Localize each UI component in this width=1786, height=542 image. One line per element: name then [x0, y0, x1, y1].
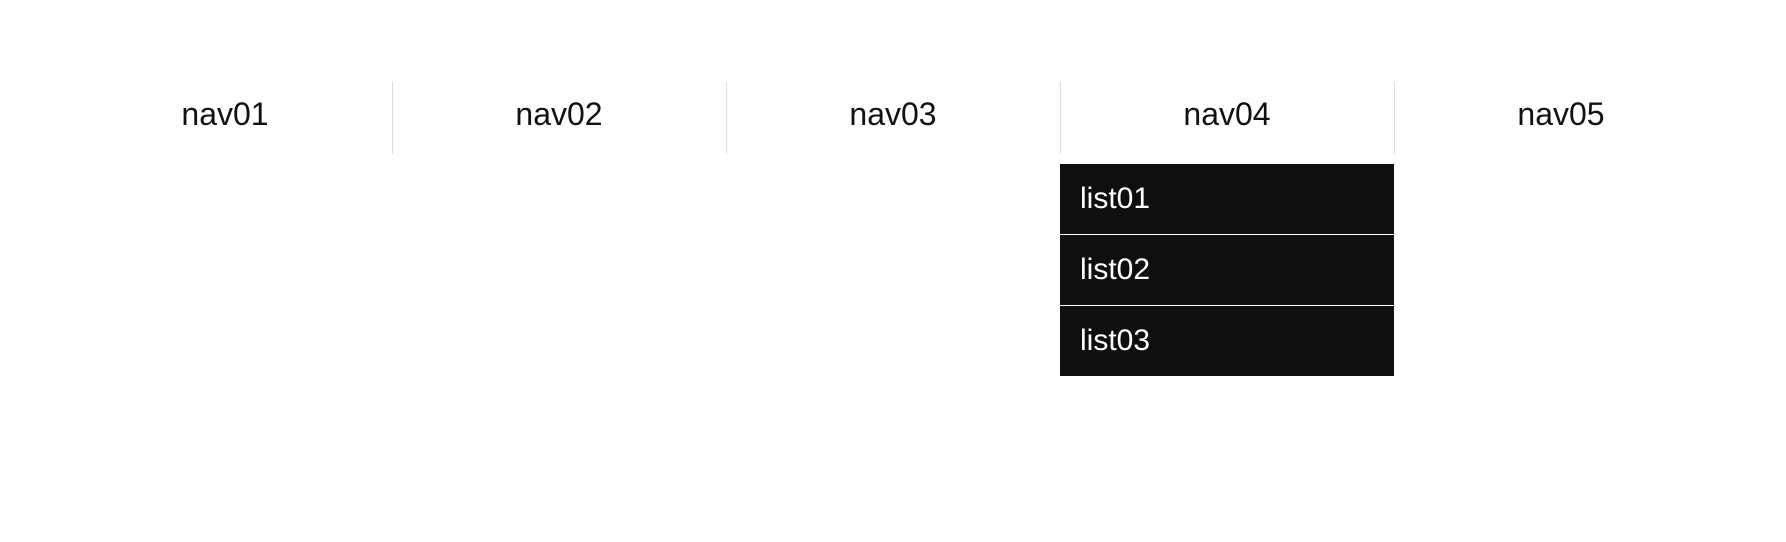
dropdown-item-label: list02	[1080, 253, 1150, 286]
dropdown-item-03[interactable]: list03	[1060, 306, 1394, 376]
nav-label: nav02	[515, 88, 602, 165]
nav-label: nav04	[1183, 88, 1270, 165]
dropdown-item-label: list03	[1080, 324, 1150, 357]
nav-item-02[interactable]: nav02	[392, 88, 726, 165]
dropdown-menu: list01 list02 list03	[1060, 164, 1394, 376]
nav-item-04[interactable]: nav04 list01 list02 list03	[1060, 88, 1394, 165]
nav-label: nav01	[181, 88, 268, 165]
nav-label: nav03	[849, 88, 936, 165]
nav-item-01[interactable]: nav01	[58, 88, 392, 165]
dropdown-item-02[interactable]: list02	[1060, 235, 1394, 306]
dropdown-item-01[interactable]: list01	[1060, 164, 1394, 235]
nav-bar: nav01 nav02 nav03 nav04 list01 list02 li…	[0, 0, 1786, 165]
dropdown-item-label: list01	[1080, 182, 1150, 215]
nav-label: nav05	[1517, 88, 1604, 165]
nav-item-05[interactable]: nav05	[1394, 88, 1728, 165]
nav-item-03[interactable]: nav03	[726, 88, 1060, 165]
